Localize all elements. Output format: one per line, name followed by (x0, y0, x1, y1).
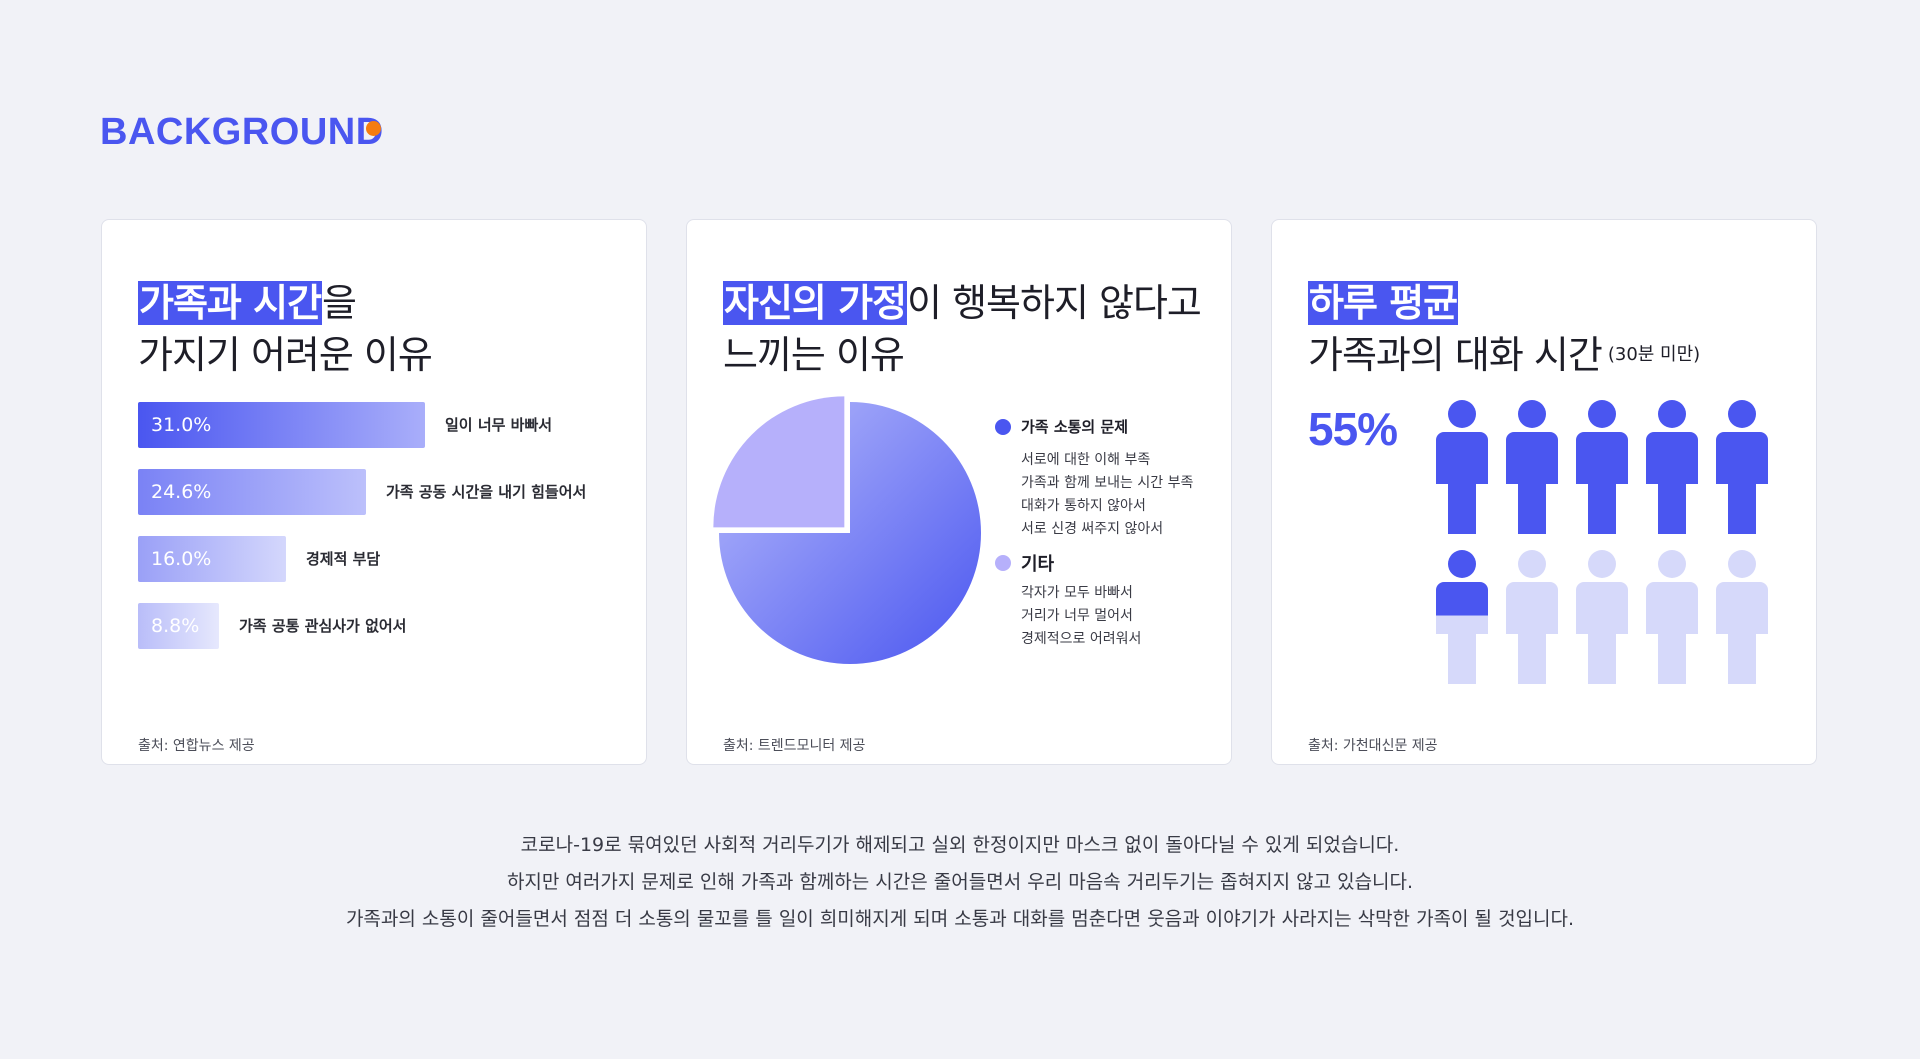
source-text: 출처: 가천대신문 제공 (1308, 738, 1438, 754)
card-title-line2: 가족과의 대화 시간 (1308, 333, 1603, 377)
card-title-highlight: 하루 평균 (1308, 281, 1458, 325)
bar: 8.8% (138, 603, 219, 649)
pie-chart (713, 396, 981, 664)
bar: 31.0% (138, 402, 425, 448)
legend-label: 기타 (1021, 554, 1055, 575)
bar-value-label: 16.0% (151, 548, 212, 570)
bar-category-label: 일이 너무 바빠서 (445, 416, 553, 434)
legend-detail: 경제적으로 어려워서 (1021, 631, 1142, 647)
bar-category-label: 경제적 부담 (306, 550, 381, 568)
card-title-highlight: 가족과 시간 (138, 281, 322, 325)
footer-line: 가족과의 소통이 줄어들면서 점점 더 소통의 물꼬를 틀 일이 희미해지게 되… (345, 908, 1575, 930)
legend-item-other: 기타 각자가 모두 바빠서 거리가 너무 멀어서 경제적으로 어려워서 (995, 550, 1141, 651)
legend-details: 서로에 대한 이해 부족 가족과 함께 보내는 시간 부족 대화가 통하지 않아… (995, 449, 1193, 541)
footer-text: 코로나-19로 묶여있던 사회적 거리두기가 해제되고 실외 한정이지만 마스크… (0, 827, 1920, 938)
person-icon (1646, 550, 1698, 684)
person-icon (1576, 400, 1628, 534)
person-icon (1436, 400, 1488, 534)
legend-detail: 거리가 너무 멀어서 (1021, 608, 1133, 624)
card-title: 하루 평균 가족과의 대화 시간 (30분 미만) (1308, 277, 1700, 381)
footer-line: 코로나-19로 묶여있던 사회적 거리두기가 해제되고 실외 한정이지만 마스크… (520, 834, 1400, 856)
bar-value-label: 24.6% (151, 481, 212, 503)
person-icon (1506, 400, 1558, 534)
person-icon (1576, 550, 1628, 684)
bar: 24.6% (138, 469, 366, 515)
legend-detail: 서로에 대한 이해 부족 (1021, 452, 1151, 468)
card-title-line2: 가지기 어려운 이유 (138, 333, 433, 377)
bar-value-label: 8.8% (151, 615, 200, 637)
legend-label: 가족 소통의 문제 (1021, 418, 1129, 436)
source-text: 출처: 연합뉴스 제공 (138, 738, 255, 754)
bar-category-label: 가족 공동 시간을 내기 힘들어서 (386, 483, 587, 501)
person-icon (1646, 400, 1698, 534)
card-title-note: (30분 미만) (1607, 344, 1701, 365)
legend-detail: 각자가 모두 바빠서 (1021, 585, 1133, 601)
card-title: 자신의 가정이 행복하지 않다고 느끼는 이유 (723, 277, 1202, 381)
card-title-line2: 느끼는 이유 (723, 333, 905, 377)
card-unhappy-family-reasons: 자신의 가정이 행복하지 않다고 느끼는 이유 가족 소통의 문제 서로에 대한… (686, 219, 1232, 765)
legend-dot (995, 555, 1011, 571)
footer-line: 하지만 여러가지 문제로 인해 가족과 함께하는 시간은 줄어들면서 우리 마음… (506, 871, 1414, 893)
card-title: 가족과 시간을 가지기 어려운 이유 (138, 277, 433, 381)
source-text: 출처: 트렌드모니터 제공 (723, 738, 866, 754)
card-title-highlight: 자신의 가정 (723, 281, 907, 325)
legend-detail: 가족과 함께 보내는 시간 부족 (1021, 475, 1194, 491)
legend-detail: 서로 신경 써주지 않아서 (1021, 521, 1164, 537)
card-family-time-reasons: 가족과 시간을 가지기 어려운 이유 31.0% 일이 너무 바빠서 24.6% 가족… (101, 219, 647, 765)
card-title-rest: 이 행복하지 않다고 (907, 281, 1202, 325)
legend-item-communication: 가족 소통의 문제 서로에 대한 이해 부족 가족과 함께 보내는 시간 부족 … (995, 416, 1193, 541)
section-title: BACKGROUND (100, 111, 384, 153)
person-icon (1716, 400, 1768, 534)
card-title-rest: 을 (322, 281, 357, 325)
card-daily-conversation: 하루 평균 가족과의 대화 시간 (30분 미만) 55% 출처: 가천대신문 제… (1271, 219, 1817, 765)
pie-slice (713, 396, 845, 528)
legend-details: 각자가 모두 바빠서 거리가 너무 멀어서 경제적으로 어려워서 (995, 582, 1141, 651)
big-percent: 55% (1308, 403, 1398, 455)
legend-dot (995, 418, 1011, 435)
person-icon (1436, 550, 1488, 684)
legend-detail: 대화가 통하지 않아서 (1021, 498, 1146, 514)
bar: 16.0% (138, 536, 286, 582)
people-pictogram (1436, 400, 1768, 684)
bar-category-label: 가족 공통 관심사가 없어서 (239, 617, 407, 635)
person-icon (1506, 550, 1558, 684)
person-icon (1716, 550, 1768, 684)
title-accent-dot (366, 121, 381, 136)
bar-value-label: 31.0% (151, 414, 212, 436)
